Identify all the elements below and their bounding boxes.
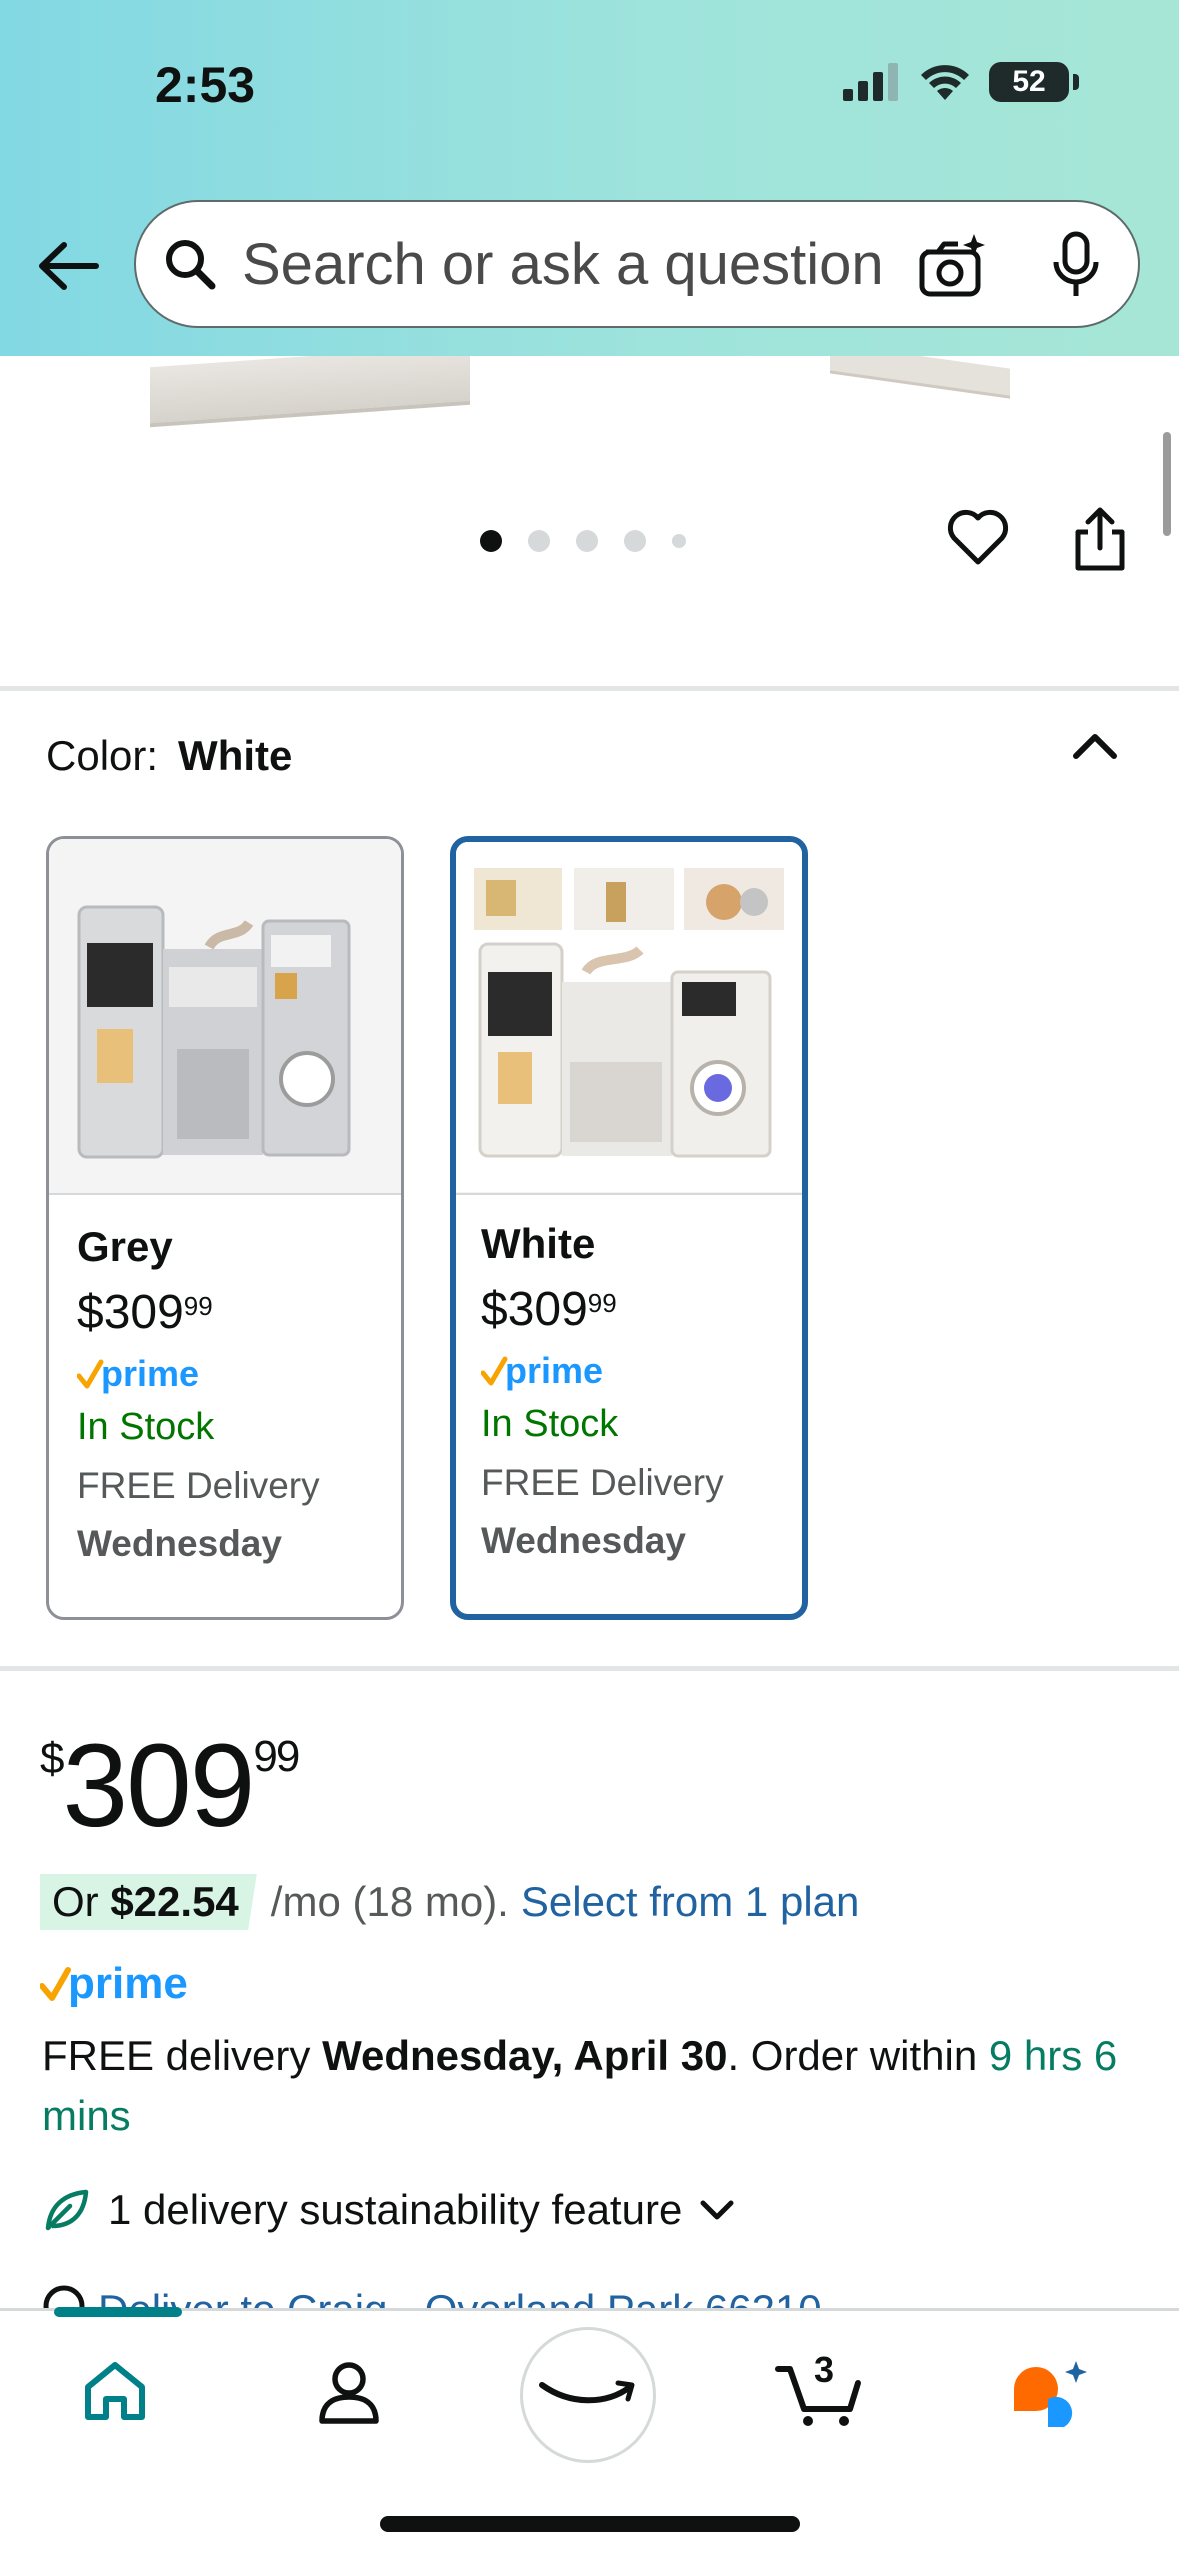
camera-sparkle-icon <box>919 234 985 297</box>
stock-status: In Stock <box>481 1403 619 1445</box>
tab-rufus[interactable] <box>1010 2359 1090 2431</box>
home-icon <box>85 2362 145 2420</box>
delivery-day: Wednesday <box>77 1523 282 1564</box>
status-icons: 52 <box>843 62 1079 102</box>
gallery-dot[interactable] <box>576 530 598 552</box>
wifi-icon <box>921 65 969 100</box>
stock-status: In Stock <box>77 1406 215 1448</box>
person-icon <box>319 2362 379 2424</box>
section-divider <box>0 1666 1179 1671</box>
product-price: $30999 <box>40 1720 300 1852</box>
scrollbar[interactable] <box>1163 432 1171 536</box>
status-time: 2:53 <box>155 57 256 113</box>
active-tab-indicator <box>54 2307 182 2317</box>
share-button[interactable] <box>1070 506 1130 577</box>
tab-amazon[interactable] <box>520 2327 656 2463</box>
color-option-white[interactable]: White $30999 prime In Stock FREE Deliver… <box>450 836 808 1620</box>
rufus-assistant-icon <box>1014 2361 1087 2427</box>
back-button[interactable] <box>30 228 106 304</box>
prime-badge: prime <box>480 1349 777 1397</box>
wishlist-button[interactable] <box>946 508 1010 571</box>
product-thumbnail-white <box>456 842 802 1195</box>
search-icon <box>160 234 220 294</box>
microphone-icon <box>1053 231 1099 296</box>
gallery-dot[interactable] <box>672 534 686 548</box>
search-placeholder: Search or ask a question <box>242 231 884 297</box>
color-selector-label: Color: White <box>46 732 292 780</box>
chevron-down-icon <box>700 2200 734 2220</box>
option-price: $30999 <box>481 1283 617 1336</box>
monthly-terms: /mo (18 mo). <box>270 1878 509 1925</box>
collapse-button[interactable] <box>1070 728 1120 769</box>
delivery-info: FREE delivery Wednesday, April 30. Order… <box>42 2032 1118 2139</box>
svg-text:prime: prime <box>68 1959 188 2008</box>
monthly-chip: Or $22.54 <box>40 1874 257 1930</box>
share-icon <box>1075 507 1125 571</box>
svg-text:prime: prime <box>101 1353 199 1394</box>
monthly-payment: Or $22.54 /mo (18 mo). Select from 1 pla… <box>40 1874 859 1930</box>
tab-home[interactable] <box>80 2359 150 2423</box>
heart-icon <box>947 509 1009 565</box>
back-arrow-icon <box>39 242 99 290</box>
prime-badge: prime <box>76 1352 373 1400</box>
product-thumbnail-grey <box>49 839 401 1195</box>
sustainability-feature[interactable]: 1 delivery sustainability feature <box>42 2186 736 2234</box>
delivery-label: FREE Delivery <box>481 1462 724 1503</box>
product-image-fragment <box>150 344 470 428</box>
amazon-smile-icon <box>539 2380 635 2404</box>
cart-count-badge: 3 <box>814 2349 835 2390</box>
option-name: White <box>481 1220 596 1267</box>
voice-search-button[interactable] <box>1050 230 1102 305</box>
color-option-grey[interactable]: Grey $30999 prime In Stock FREE Delivery… <box>46 836 404 1620</box>
gallery-dot[interactable] <box>624 530 646 552</box>
chevron-up-icon <box>1073 734 1117 759</box>
gallery-dot[interactable] <box>480 530 502 552</box>
camera-lens-button[interactable] <box>918 232 988 305</box>
color-label: Color: <box>46 732 159 779</box>
tab-cart[interactable]: 3 <box>774 2349 864 2429</box>
battery-icon: 52 <box>989 62 1069 102</box>
cellular-signal-icon <box>843 63 898 101</box>
prime-logo: prime <box>39 1956 210 2019</box>
option-price: $30999 <box>77 1286 213 1339</box>
leaf-icon <box>45 2189 89 2231</box>
header: 2:53 52 Search or ask a question <box>0 0 1179 356</box>
delivery-day: Wednesday <box>481 1520 686 1561</box>
sustainability-text: 1 delivery sustainability feature <box>108 2186 683 2233</box>
home-indicator <box>380 2516 800 2532</box>
search-input[interactable]: Search or ask a question <box>134 200 1140 328</box>
option-name: Grey <box>77 1223 173 1270</box>
gallery-dot[interactable] <box>528 530 550 552</box>
svg-text:prime: prime <box>505 1350 603 1391</box>
tab-account[interactable] <box>316 2359 382 2425</box>
gallery-pagination <box>480 530 686 552</box>
delivery-label: FREE Delivery <box>77 1465 320 1506</box>
select-plan-link[interactable]: Select from 1 plan <box>521 1878 860 1926</box>
section-divider <box>0 686 1179 691</box>
selected-color: White <box>178 732 293 779</box>
product-image-gallery[interactable] <box>0 343 1179 686</box>
